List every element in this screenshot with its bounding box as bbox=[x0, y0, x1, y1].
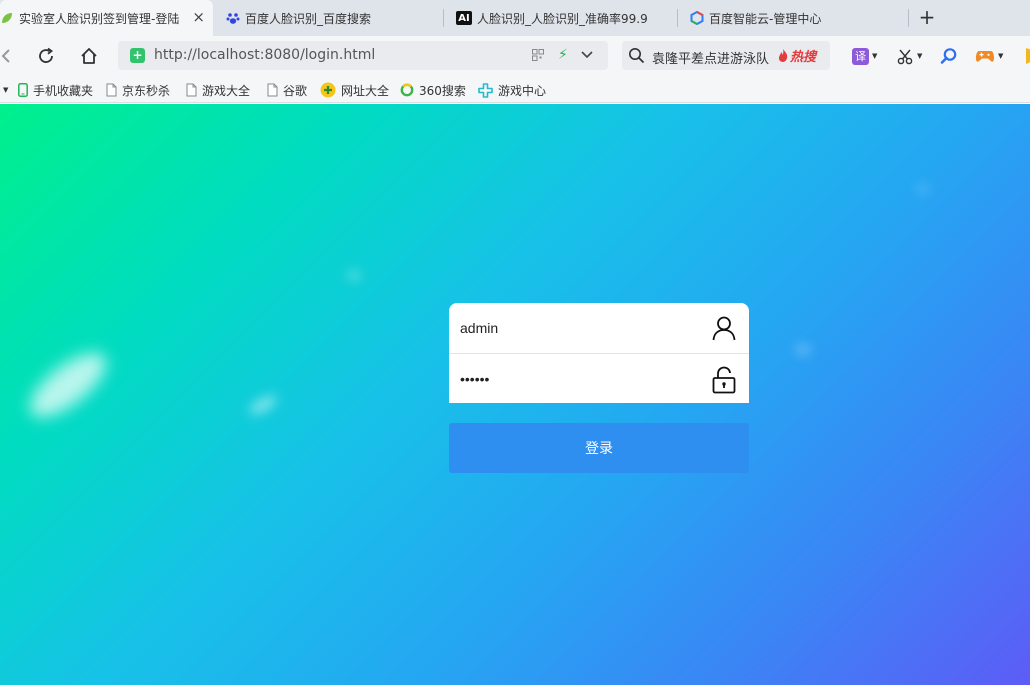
home-button[interactable] bbox=[77, 44, 101, 68]
phone-icon bbox=[18, 83, 28, 97]
bookmark-item[interactable]: 游戏大全 bbox=[186, 81, 250, 99]
baidu-cloud-icon bbox=[690, 11, 704, 25]
page-icon bbox=[106, 83, 117, 97]
magnifier-icon bbox=[940, 48, 957, 64]
chevron-down-icon[interactable] bbox=[580, 47, 594, 64]
search-suggestion: 袁隆平差点进游泳队 bbox=[652, 52, 770, 67]
chevron-left-icon bbox=[1, 49, 10, 63]
screenshot-button[interactable]: ▼ bbox=[897, 46, 922, 66]
unlocked-padlock-icon bbox=[711, 366, 737, 394]
translate-button[interactable]: 译 ▼ bbox=[852, 46, 877, 66]
game-center-icon bbox=[478, 82, 493, 98]
tab-title: 人脸识别_人脸识别_准确率99.9 bbox=[477, 11, 648, 26]
caret-down-icon: ▼ bbox=[998, 52, 1004, 60]
login-page-background: 登录 bbox=[0, 104, 1030, 685]
address-bar[interactable]: + http://localhost:8080/login.html ⚡ bbox=[118, 41, 608, 70]
security-shield-icon: + bbox=[130, 48, 145, 63]
lightning-icon[interactable]: ⚡ bbox=[558, 47, 568, 63]
credential-fields bbox=[449, 303, 749, 403]
bookmark-label: 京东秒杀 bbox=[122, 83, 171, 98]
tab-title: 百度智能云-管理中心 bbox=[709, 11, 822, 26]
tab-baidu-cloud[interactable]: 百度智能云-管理中心 bbox=[678, 0, 908, 36]
tab-face-recognition[interactable]: AI 人脸识别_人脸识别_准确率99.9 bbox=[444, 0, 676, 36]
light-streak bbox=[247, 393, 279, 417]
leaf-icon bbox=[0, 11, 14, 25]
hot-search-label: 热搜 bbox=[790, 50, 817, 65]
ai-logo-icon: AI bbox=[456, 11, 472, 25]
back-button[interactable] bbox=[0, 44, 18, 68]
shield-extension-button[interactable] bbox=[1019, 46, 1030, 66]
bookmark-item[interactable]: 网址大全 bbox=[320, 81, 389, 99]
new-tab-button[interactable]: + bbox=[916, 6, 938, 28]
password-row bbox=[449, 353, 749, 403]
light-spot bbox=[796, 346, 810, 353]
find-button[interactable] bbox=[940, 46, 958, 66]
bookmark-label: 游戏大全 bbox=[202, 83, 251, 98]
close-tab-icon[interactable]: × bbox=[192, 10, 205, 25]
username-input[interactable] bbox=[460, 308, 700, 348]
game-button[interactable]: ▼ bbox=[975, 46, 1003, 66]
login-form: 登录 bbox=[449, 303, 749, 473]
bookmark-item[interactable]: 谷歌 bbox=[267, 81, 307, 99]
reload-icon bbox=[39, 47, 53, 63]
bookmark-item[interactable]: 360搜索 bbox=[400, 81, 466, 99]
translate-icon: 译 bbox=[852, 47, 869, 65]
login-button[interactable]: 登录 bbox=[449, 423, 749, 473]
reload-button[interactable] bbox=[34, 44, 58, 68]
tab-title: 百度人脸识别_百度搜索 bbox=[245, 11, 372, 26]
user-icon bbox=[711, 315, 737, 341]
bookmark-label: 360搜索 bbox=[419, 83, 466, 98]
bookmarks-bar: ▼ 手机收藏夹 京东秒杀 游戏大全 谷歌 网址大全 360搜索 游戏中心 bbox=[0, 76, 1030, 103]
tab-login[interactable]: 实验室人脸识别签到管理-登陆 × bbox=[0, 0, 213, 36]
scissors-icon bbox=[897, 49, 913, 64]
baidu-paw-icon bbox=[226, 11, 240, 25]
bookmark-item[interactable]: 手机收藏夹 bbox=[18, 81, 93, 99]
light-streak bbox=[20, 341, 116, 429]
toolbar: + http://localhost:8080/login.html ⚡ 袁隆平… bbox=[0, 36, 1030, 76]
home-icon bbox=[81, 48, 97, 64]
flame-icon bbox=[778, 49, 788, 62]
qr-code-icon[interactable] bbox=[532, 49, 544, 64]
bookmark-label: 游戏中心 bbox=[498, 83, 547, 98]
bookmark-label: 手机收藏夹 bbox=[33, 83, 94, 98]
tab-bar: 实验室人脸识别签到管理-登陆 × 百度人脸识别_百度搜索 AI 人脸识别_人脸识… bbox=[0, 0, 1030, 36]
url-text: http://localhost:8080/login.html bbox=[154, 47, 376, 63]
tab-title: 实验室人脸识别签到管理-登陆 bbox=[19, 11, 180, 26]
page-icon bbox=[186, 83, 197, 97]
caret-down-icon: ▼ bbox=[872, 52, 878, 60]
search-icon bbox=[628, 47, 645, 67]
bookmark-label: 谷歌 bbox=[283, 83, 308, 98]
globe-icon bbox=[320, 82, 336, 98]
hot-search-badge[interactable]: 热搜 bbox=[774, 45, 820, 66]
light-spot bbox=[918, 186, 928, 192]
tab-baidu-search[interactable]: 百度人脸识别_百度搜索 bbox=[214, 0, 442, 36]
bookmark-item[interactable]: 京东秒杀 bbox=[106, 81, 170, 99]
tab-divider bbox=[908, 9, 909, 27]
360-icon bbox=[400, 83, 414, 97]
password-input[interactable] bbox=[460, 358, 700, 399]
caret-down-icon: ▼ bbox=[917, 52, 923, 60]
bookmarks-menu-caret[interactable]: ▼ bbox=[3, 81, 8, 99]
gamepad-icon bbox=[975, 51, 995, 62]
bookmark-label: 网址大全 bbox=[341, 83, 390, 98]
username-row bbox=[449, 303, 749, 353]
search-box[interactable]: 袁隆平差点进游泳队 热搜 bbox=[622, 41, 830, 70]
light-spot bbox=[348, 272, 360, 279]
page-icon bbox=[267, 83, 278, 97]
shield-icon bbox=[1026, 48, 1030, 64]
bookmark-item[interactable]: 游戏中心 bbox=[478, 81, 546, 99]
